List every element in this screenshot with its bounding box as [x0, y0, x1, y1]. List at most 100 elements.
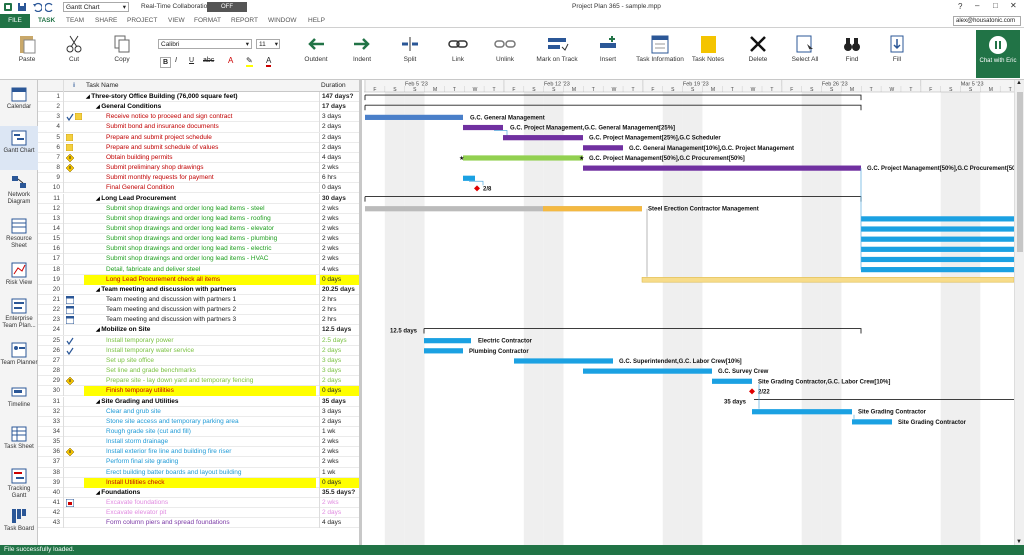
row-number[interactable]: 4 [38, 122, 64, 133]
table-row[interactable]: 24 ◢ Mobilize on Site 12.5 days [38, 325, 359, 336]
view-tracking-gantt[interactable]: Tracking Gantt [0, 464, 38, 508]
task-name[interactable]: ◢ Foundations [84, 488, 316, 498]
task-name[interactable]: Set up site office [84, 356, 316, 366]
row-number[interactable]: 22 [38, 305, 64, 316]
indent-button[interactable]: Indent [338, 30, 386, 78]
task-duration[interactable]: 6 hrs [319, 173, 359, 184]
task-duration[interactable]: 30 days [319, 193, 359, 204]
long-lead-bar[interactable] [641, 277, 1014, 283]
row-number[interactable]: 33 [38, 416, 64, 427]
summary-bar[interactable] [364, 94, 862, 101]
task-duration[interactable]: 1 wk [319, 426, 359, 437]
table-row[interactable]: 10 Final General Condition 0 days [38, 183, 359, 194]
bold-button[interactable]: B [160, 57, 171, 68]
task-name[interactable]: Submit shop drawings and order long lead… [84, 214, 316, 224]
summary-bar[interactable] [364, 104, 862, 111]
text-effects-icon[interactable]: A [228, 56, 233, 65]
table-row[interactable]: 31 ◢ Site Grading and Utilities 35 days [38, 396, 359, 407]
table-row[interactable]: 3 Receive notice to proceed and sign cont… [38, 112, 359, 123]
table-row[interactable]: 18 Detail, fabricate and deliver steel 4 w… [38, 264, 359, 275]
task-duration[interactable]: 2 days [319, 345, 359, 356]
row-number[interactable]: 37 [38, 457, 64, 468]
task-duration[interactable]: 2 hrs [319, 295, 359, 305]
tab-team[interactable]: TEAM [66, 17, 84, 24]
table-row[interactable]: 21 Team meeting and discussion with partn… [38, 295, 359, 306]
row-number[interactable]: 10 [38, 183, 64, 194]
row-number[interactable]: 7 [38, 152, 64, 163]
duration-column-header[interactable]: Duration [321, 80, 346, 92]
task-duration[interactable]: 2 hrs [319, 315, 359, 326]
redo-icon[interactable] [44, 2, 55, 13]
row-number[interactable]: 24 [38, 325, 64, 336]
task-name[interactable]: Submit shop drawings and order long lead… [84, 234, 316, 244]
italic-button[interactable]: I [175, 57, 177, 64]
task-duration[interactable]: 2 days [319, 142, 359, 153]
copy-button[interactable]: Copy [98, 30, 146, 78]
milestone-diamond[interactable] [474, 185, 480, 192]
table-row[interactable]: 33 Stone site access and temporary parkin… [38, 416, 359, 427]
row-number[interactable]: 30 [38, 386, 64, 397]
task-duration[interactable]: 2 days [319, 122, 359, 133]
task-duration[interactable]: 35.5 days? [319, 487, 359, 498]
task-duration[interactable]: 4 wks [319, 264, 359, 275]
task-name[interactable]: Submit shop drawings and order long lead… [84, 254, 316, 264]
task-duration[interactable]: 2 wks [319, 223, 359, 234]
task-name[interactable]: ◢ Team meeting and discussion with partn… [84, 285, 316, 295]
milestone-diamond[interactable] [749, 388, 755, 395]
table-row[interactable]: 15 Submit shop drawings and order long le… [38, 234, 359, 245]
task-bar[interactable] [583, 368, 712, 374]
table-row[interactable]: 41 Excavate foundations 2 wks [38, 498, 359, 509]
row-number[interactable]: 2 [38, 102, 64, 113]
row-number[interactable]: 20 [38, 284, 64, 295]
info-column-header[interactable]: i [65, 80, 83, 92]
table-row[interactable]: 27 Set up site office 3 days [38, 355, 359, 367]
task-bar[interactable] [424, 338, 471, 344]
task-name[interactable]: Submit shop drawings and order long lead… [84, 244, 316, 254]
tab-format[interactable]: FORMAT [194, 17, 221, 24]
table-row[interactable]: 22 Team meeting and discussion with partn… [38, 305, 359, 316]
task-duration[interactable]: 35 days [319, 396, 359, 407]
task-duration[interactable]: 2.5 days [319, 335, 359, 346]
row-number[interactable]: 23 [38, 315, 64, 326]
table-row[interactable]: 40 ◢ Foundations 35.5 days? [38, 487, 359, 498]
task-name[interactable]: Team meeting and discussion with partner… [84, 305, 316, 315]
task-bar[interactable] [861, 246, 1014, 252]
task-duration[interactable]: 2 wks [319, 447, 359, 458]
row-number[interactable]: 21 [38, 295, 64, 305]
view-calendar[interactable]: Calendar [0, 82, 38, 126]
task-information-button[interactable]: Task Information [636, 30, 684, 78]
task-name[interactable]: ◢ Site Grading and Utilities [84, 397, 316, 407]
user-account[interactable]: alex@housatonic.com [953, 16, 1021, 26]
summary-bar[interactable] [364, 196, 862, 202]
split-button[interactable]: Split [386, 30, 434, 78]
row-number[interactable]: 16 [38, 244, 64, 255]
row-number[interactable]: 15 [38, 234, 64, 245]
view-task-board[interactable]: Task Board [0, 504, 38, 548]
summary-bar[interactable] [423, 328, 862, 334]
table-row[interactable]: 23 Team meeting and discussion with partn… [38, 315, 359, 326]
task-name-column-header[interactable]: Task Name [86, 80, 119, 92]
task-bar[interactable] [583, 165, 861, 171]
task-duration[interactable]: 2 wks [319, 254, 359, 265]
table-row[interactable]: 8 Submit preliminary shop drawings 2 wks [38, 163, 359, 174]
table-row[interactable]: 28 Set line and grade benchmarks 3 days [38, 366, 359, 377]
row-number[interactable]: 9 [38, 173, 64, 184]
close-icon[interactable]: ✕ [1010, 1, 1017, 10]
link-button[interactable]: Link [434, 30, 482, 78]
table-row[interactable]: 16 Submit shop drawings and order long le… [38, 244, 359, 255]
task-duration[interactable]: 2 days [319, 416, 359, 427]
underline-button[interactable]: U [189, 57, 194, 64]
mark-on-track-button[interactable]: Mark on Track [532, 30, 582, 78]
unlink-button[interactable]: Unlink [481, 30, 529, 78]
task-name[interactable]: ◢ Mobilize on Site [84, 325, 316, 335]
task-duration[interactable]: 2 wks [319, 498, 359, 508]
task-name[interactable]: Install storm drainage [84, 437, 316, 447]
tab-window[interactable]: WINDOW [268, 17, 297, 24]
task-name[interactable]: Long Lead Procurement check all items [84, 274, 316, 285]
row-number[interactable]: 32 [38, 406, 64, 417]
row-number[interactable]: 39 [38, 477, 64, 488]
task-name[interactable]: Excavate elevator pit [84, 508, 316, 518]
task-name[interactable]: Rough grade site (cut and fill) [84, 427, 316, 437]
task-name[interactable]: Install exterior fire line and building … [84, 447, 316, 457]
task-name[interactable]: Obtain building permits [84, 153, 316, 163]
